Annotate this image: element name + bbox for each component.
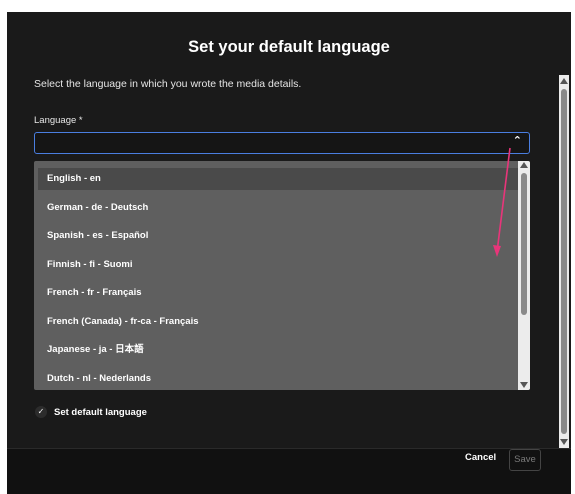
scroll-down-arrow-icon[interactable] [520,382,528,388]
scroll-up-arrow-icon[interactable] [520,162,528,168]
scroll-down-arrow-icon[interactable] [560,439,568,445]
language-option-ja[interactable]: Japanese - ja - 日本語 [38,339,518,361]
save-button[interactable]: Save [509,449,541,471]
language-option-fr[interactable]: French - fr - Français [38,282,518,304]
language-dialog: Set your default language Select the lan… [7,12,571,494]
language-option-de[interactable]: German - de - Deutsch [38,197,518,219]
dialog-scroll-thumb[interactable] [561,89,567,434]
cancel-button[interactable]: Cancel [465,452,496,463]
dropdown-scroll-thumb[interactable] [521,173,527,315]
dialog-scrollbar[interactable] [559,75,569,448]
chevron-up-icon[interactable]: ⌃ [513,134,522,147]
dialog-description: Select the language in which you wrote t… [34,78,302,90]
language-option-nl[interactable]: Dutch - nl - Nederlands [38,368,518,390]
language-select[interactable]: ⌃ [34,132,530,154]
set-default-row[interactable]: ✓ Set default language [35,405,147,419]
check-icon[interactable]: ✓ [35,406,47,418]
scroll-up-arrow-icon[interactable] [560,78,568,84]
set-default-label[interactable]: Set default language [54,407,147,418]
language-option-en[interactable]: English - en [38,168,518,190]
language-dropdown-list[interactable]: English - en German - de - Deutsch Spani… [34,161,530,390]
language-field-label: Language * [34,115,83,126]
language-option-fr-ca[interactable]: French (Canada) - fr-ca - Français [38,311,518,333]
language-option-fi[interactable]: Finnish - fi - Suomi [38,254,518,276]
dialog-title: Set your default language [188,38,390,56]
dropdown-scrollbar[interactable] [518,161,530,390]
language-option-es[interactable]: Spanish - es - Español [38,225,518,247]
